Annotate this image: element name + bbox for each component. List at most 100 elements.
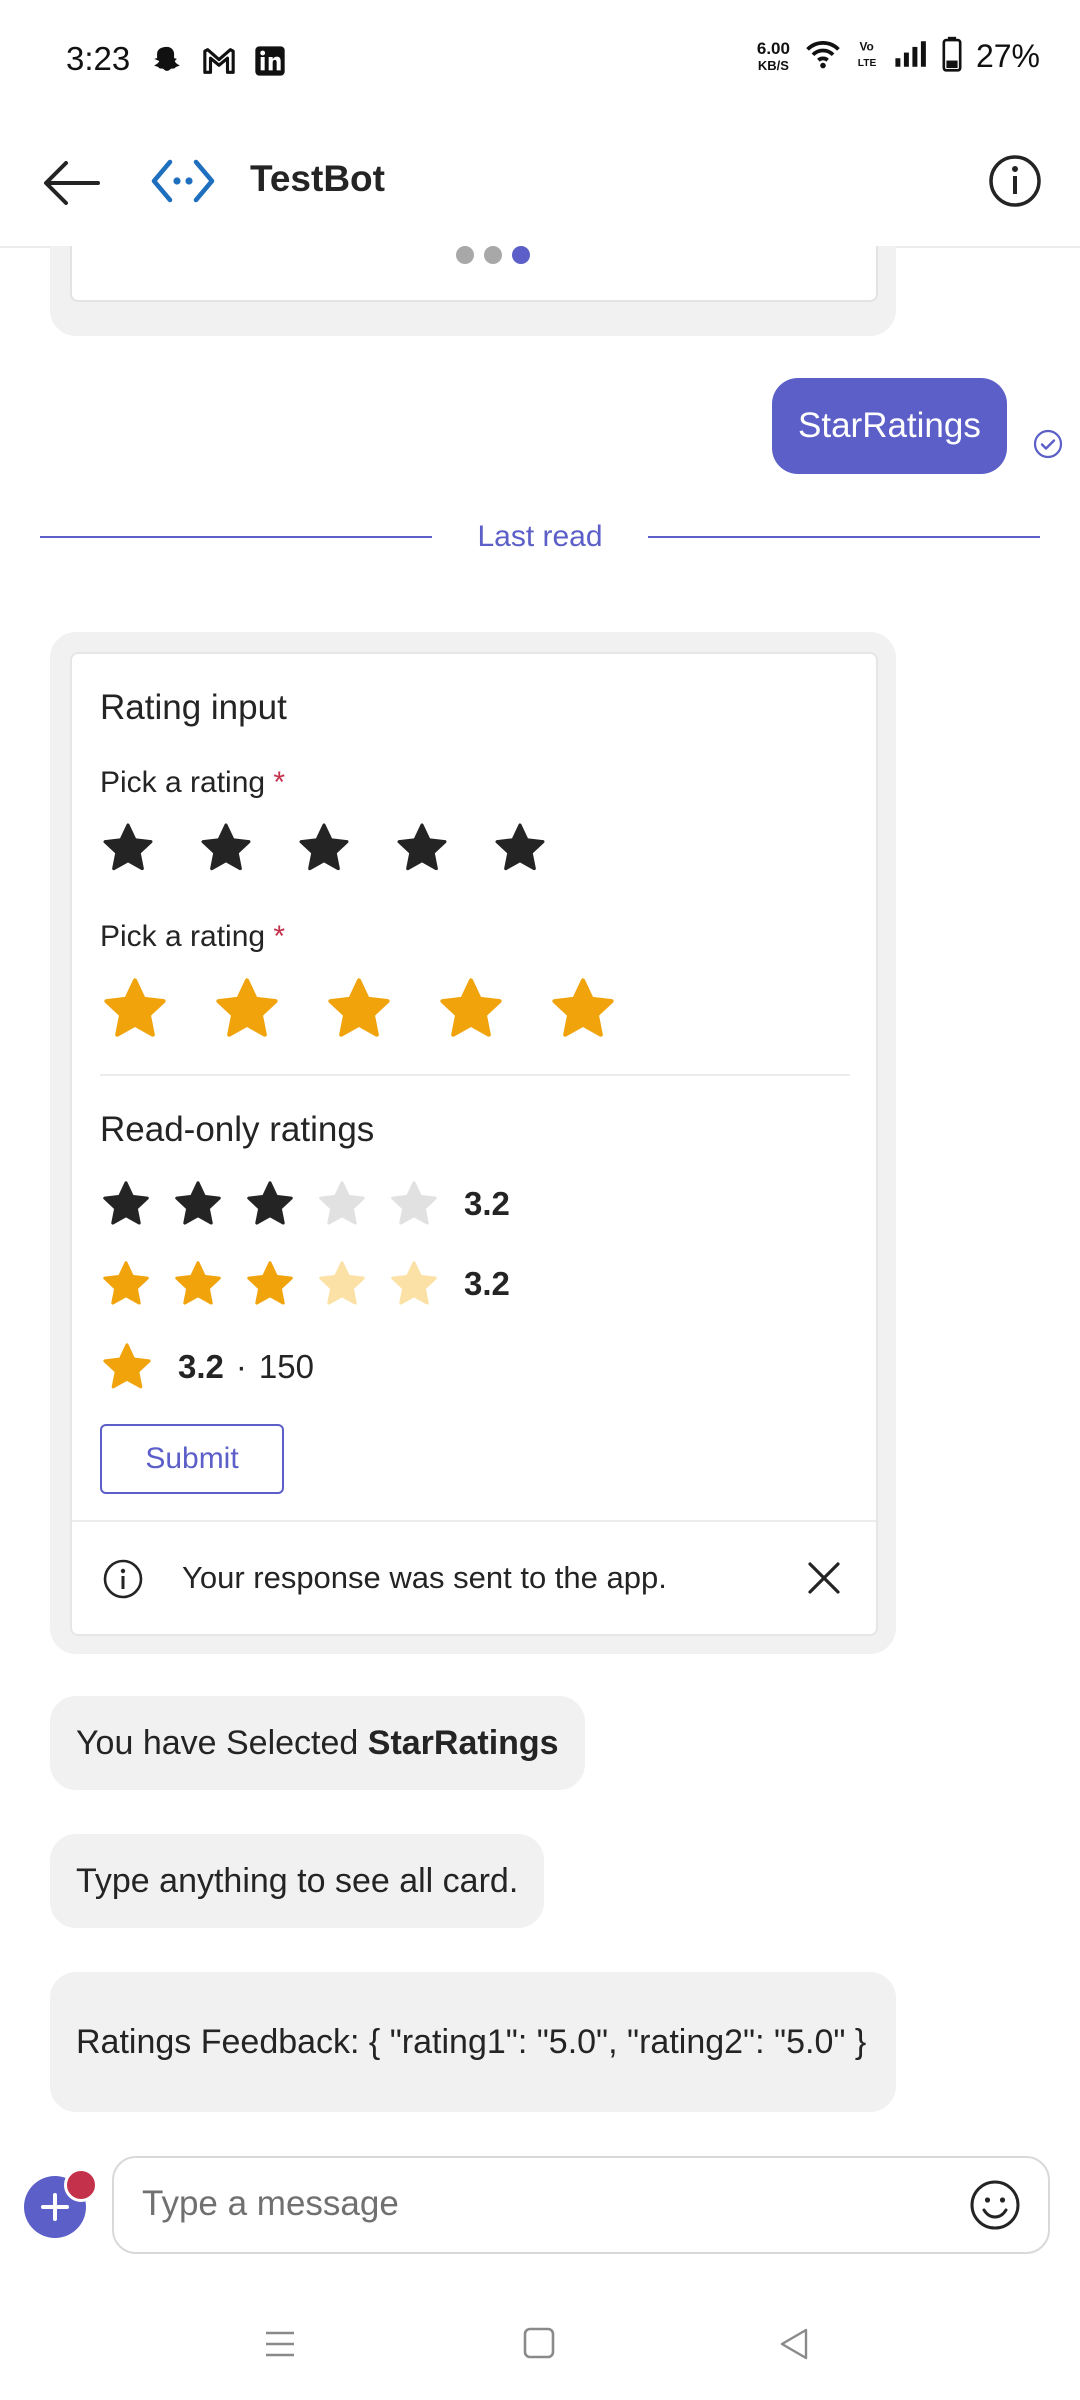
star-icon[interactable] <box>198 820 254 876</box>
volte-icon: Vo LTE <box>856 37 880 76</box>
snapchat-icon <box>150 44 184 83</box>
battery-percent: 27% <box>975 38 1040 74</box>
info-icon <box>989 155 1041 207</box>
star-input-1[interactable] <box>100 820 548 876</box>
required-mark: * <box>273 920 286 953</box>
status-right: 6.00 KB/S Vo LTE 27% <box>757 36 1040 77</box>
chat-header: TestBot <box>0 120 1080 248</box>
square-icon <box>523 2327 555 2359</box>
readonly-stars-2 <box>100 1258 440 1310</box>
card-title: Rating input <box>100 688 287 727</box>
last-read-divider-right <box>648 536 1040 538</box>
carousel-dot[interactable] <box>484 246 502 264</box>
readonly-rating-1: 3.2 <box>100 1178 510 1230</box>
star-icon <box>100 1258 152 1310</box>
back-arrow-icon <box>44 161 100 205</box>
battery-icon <box>942 36 962 77</box>
card-divider <box>100 1074 850 1076</box>
star-icon <box>244 1178 296 1230</box>
bot-icon <box>151 159 215 203</box>
emoji-icon <box>970 2180 1020 2230</box>
notification-icons <box>150 44 286 83</box>
previous-card <box>50 246 896 336</box>
net-speed: 6.00 KB/S <box>757 40 790 74</box>
menu-icon <box>266 2331 294 2357</box>
bot-message-feedback[interactable]: Ratings Feedback: { "rating1": "5.0", "r… <box>50 1972 896 2112</box>
close-icon <box>808 1562 840 1594</box>
star-input-2[interactable] <box>100 974 618 1044</box>
response-notice: Your response was sent to the app. <box>72 1520 876 1634</box>
readonly-rating-3: 3.2 · 150 <box>100 1340 314 1394</box>
net-speed-value: 6.00 <box>756 38 790 58</box>
star-icon[interactable] <box>100 820 156 876</box>
hint-text: Type anything to see all card. <box>76 1861 519 1900</box>
readonly-value-1: 3.2 <box>464 1185 510 1222</box>
nav-home-button[interactable] <box>522 2326 556 2360</box>
rating-label-2-text: Pick a rating <box>100 920 266 953</box>
star-icon[interactable] <box>394 820 450 876</box>
carousel-dots <box>456 246 530 264</box>
triangle-back-icon <box>780 2328 808 2360</box>
svg-text:Vo: Vo <box>859 40 873 54</box>
wifi-icon <box>804 37 842 76</box>
info-button[interactable] <box>980 146 1050 216</box>
star-icon <box>244 1258 296 1310</box>
svg-text:LTE: LTE <box>858 58 877 69</box>
read-receipt-icon <box>1032 428 1064 460</box>
sent-message-bubble[interactable]: StarRatings <box>772 378 1007 474</box>
required-mark: * <box>273 766 286 799</box>
readonly-stars-1 <box>100 1178 440 1230</box>
feedback-text: Ratings Feedback: { "rating1": "5.0", "r… <box>76 2023 867 2061</box>
star-icon[interactable] <box>492 820 548 876</box>
back-button[interactable] <box>36 148 106 218</box>
rating-label-1-text: Pick a rating <box>100 766 266 799</box>
star-icon[interactable] <box>212 974 282 1044</box>
star-icon[interactable] <box>436 974 506 1044</box>
star-icon[interactable] <box>548 974 618 1044</box>
last-read-divider-left <box>40 536 432 538</box>
nav-back-button[interactable] <box>776 2326 812 2362</box>
star-icon <box>172 1178 224 1230</box>
carousel-dot-active[interactable] <box>512 246 530 264</box>
last-read-label: Last read <box>477 520 603 553</box>
star-icon <box>316 1178 368 1230</box>
readonly-title: Read-only ratings <box>100 1110 375 1149</box>
readonly-rating-2: 3.2 <box>100 1258 510 1310</box>
star-icon <box>388 1178 440 1230</box>
net-speed-unit: KB/S <box>757 57 789 73</box>
emoji-button[interactable] <box>968 2178 1022 2232</box>
notification-badge <box>64 2168 98 2202</box>
rating-label-2: Pick a rating * <box>100 920 285 954</box>
star-icon <box>316 1258 368 1310</box>
close-notice-button[interactable] <box>806 1560 842 1596</box>
signal-icon <box>894 39 928 74</box>
bot-message-hint[interactable]: Type anything to see all card. <box>50 1834 545 1928</box>
selected-bold: StarRatings <box>367 1723 559 1762</box>
star-icon <box>100 1340 154 1394</box>
gmail-icon <box>202 46 236 81</box>
rating-card: Rating input Pick a rating * Pick a rati… <box>70 652 878 1636</box>
message-input[interactable]: Type a message <box>112 2156 1050 2254</box>
star-icon[interactable] <box>324 974 394 1044</box>
bot-message-selected[interactable]: You have Selected StarRatings <box>50 1696 585 1790</box>
submit-button[interactable]: Submit <box>100 1424 284 1494</box>
linkedin-icon <box>254 45 286 82</box>
star-icon <box>172 1258 224 1310</box>
readonly-value-2: 3.2 <box>464 1265 510 1302</box>
notice-text: Your response was sent to the app. <box>182 1560 667 1595</box>
status-time: 3:23 <box>66 40 131 77</box>
star-icon[interactable] <box>296 820 352 876</box>
header-title[interactable]: TestBot <box>250 158 385 200</box>
star-icon <box>388 1258 440 1310</box>
bot-avatar[interactable] <box>150 148 216 214</box>
readonly-separator: · <box>235 1348 247 1385</box>
message-placeholder: Type a message <box>142 2184 399 2223</box>
readonly-count: 150 <box>258 1348 314 1385</box>
previous-card-body <box>70 246 878 302</box>
star-icon <box>100 1178 152 1230</box>
star-icon[interactable] <box>100 974 170 1044</box>
nav-recents-button[interactable] <box>262 2326 298 2362</box>
readonly-value-3: 3.2 <box>178 1348 224 1385</box>
info-icon <box>102 1558 144 1600</box>
carousel-dot[interactable] <box>456 246 474 264</box>
